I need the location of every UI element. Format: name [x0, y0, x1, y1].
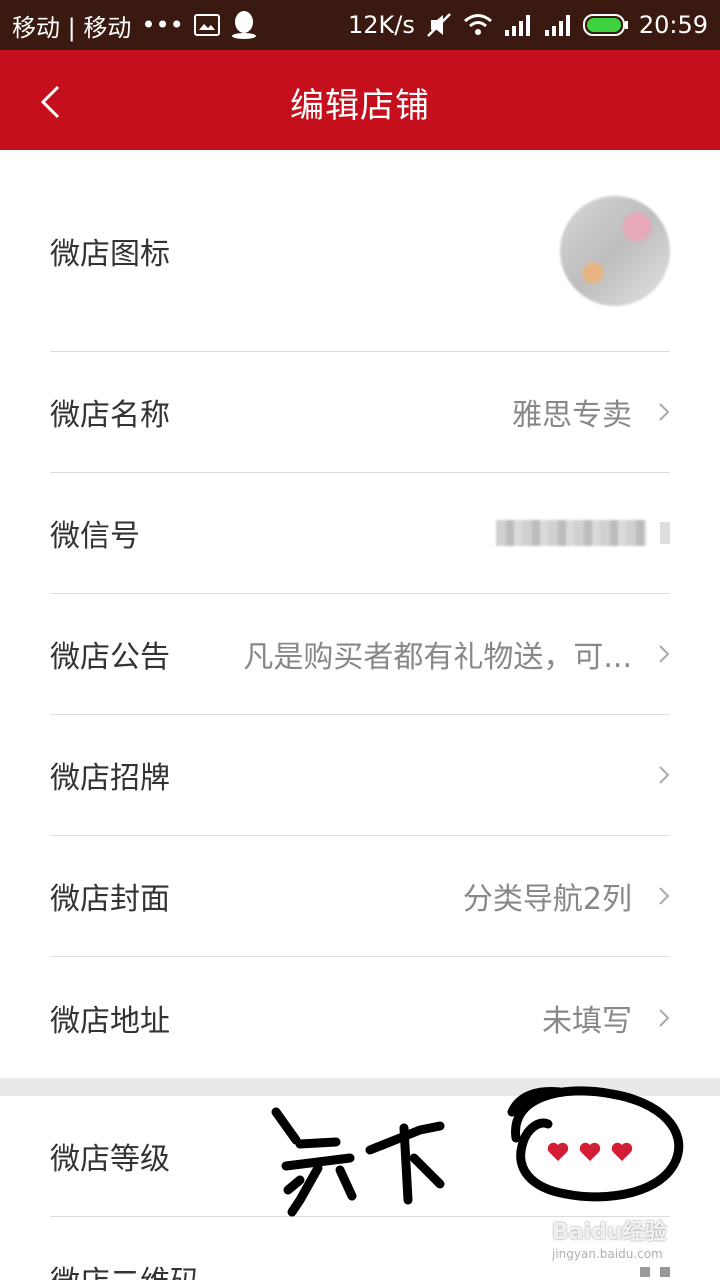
row-label: 微店招牌 [50, 761, 170, 796]
row-announcement[interactable]: 微店公告 凡是购买者都有礼物送，可... [50, 594, 670, 715]
row-value: 凡是购买者都有礼物送，可... [243, 640, 632, 675]
carrier-label: 移动 | 移动 [12, 13, 132, 42]
row-address[interactable]: 微店地址 未填写 [50, 957, 670, 1078]
section-divider [0, 1078, 720, 1096]
shop-avatar[interactable] [560, 195, 670, 306]
row-label: 微店二维码 [50, 1257, 200, 1280]
row-label: 微店地址 [50, 1003, 170, 1039]
row-value: 未填写 [542, 1003, 632, 1039]
chevron-right-icon [648, 402, 670, 422]
row-label: 微店封面 [50, 882, 170, 917]
chevron-right-icon [648, 644, 670, 664]
mute-icon [425, 12, 453, 38]
row-label: 微店公告 [50, 640, 170, 675]
chevron-right-icon [648, 1008, 670, 1028]
settings-list: 微店图标 微店名称 雅思专卖 微信号 微店公告 凡是购买者都有礼物送，可... … [0, 150, 720, 1280]
row-label: 微店等级 [50, 1142, 170, 1177]
blurred-mark [660, 522, 670, 544]
blurred-wechat-id [496, 520, 646, 546]
watermark-logo: Baidu经验 [552, 1220, 667, 1245]
page-title: 编辑店铺 [290, 86, 430, 126]
heart-icon [611, 1142, 633, 1161]
signal-icon-2 [543, 13, 573, 37]
row-wechat-id[interactable]: 微信号 [50, 473, 670, 594]
chevron-right-icon [648, 886, 670, 906]
row-label: 微店名称 [50, 398, 170, 433]
row-level[interactable]: 微店等级 [50, 1096, 670, 1217]
row-value: 分类导航2列 [462, 882, 632, 917]
battery-icon [582, 13, 629, 37]
status-bar: 移动 | 移动 ••• 12K/s 20:59 [0, 0, 720, 50]
row-value: 雅思专卖 [512, 398, 632, 433]
watermark-url: jingyan.baidu.com [552, 1247, 663, 1261]
row-cover[interactable]: 微店封面 分类导航2列 [50, 836, 670, 957]
row-signboard[interactable]: 微店招牌 [50, 715, 670, 836]
row-label: 微店图标 [50, 236, 170, 272]
more-dots: ••• [141, 11, 184, 39]
heart-icon [547, 1142, 569, 1161]
wifi-icon [463, 13, 493, 37]
qrcode-icon [640, 1267, 670, 1280]
row-shop-name[interactable]: 微店名称 雅思专卖 [50, 352, 670, 473]
network-speed: 12K/s [347, 11, 415, 39]
qq-icon [230, 10, 258, 40]
heart-icon [579, 1142, 601, 1161]
clock: 20:59 [638, 11, 708, 39]
signal-icon-1 [503, 13, 533, 37]
chevron-right-icon [648, 765, 670, 785]
title-bar: 编辑店铺 [0, 50, 720, 150]
row-shop-icon[interactable]: 微店图标 [50, 150, 670, 352]
image-icon [193, 14, 220, 36]
row-label: 微信号 [50, 519, 140, 554]
level-hearts [546, 1140, 634, 1164]
